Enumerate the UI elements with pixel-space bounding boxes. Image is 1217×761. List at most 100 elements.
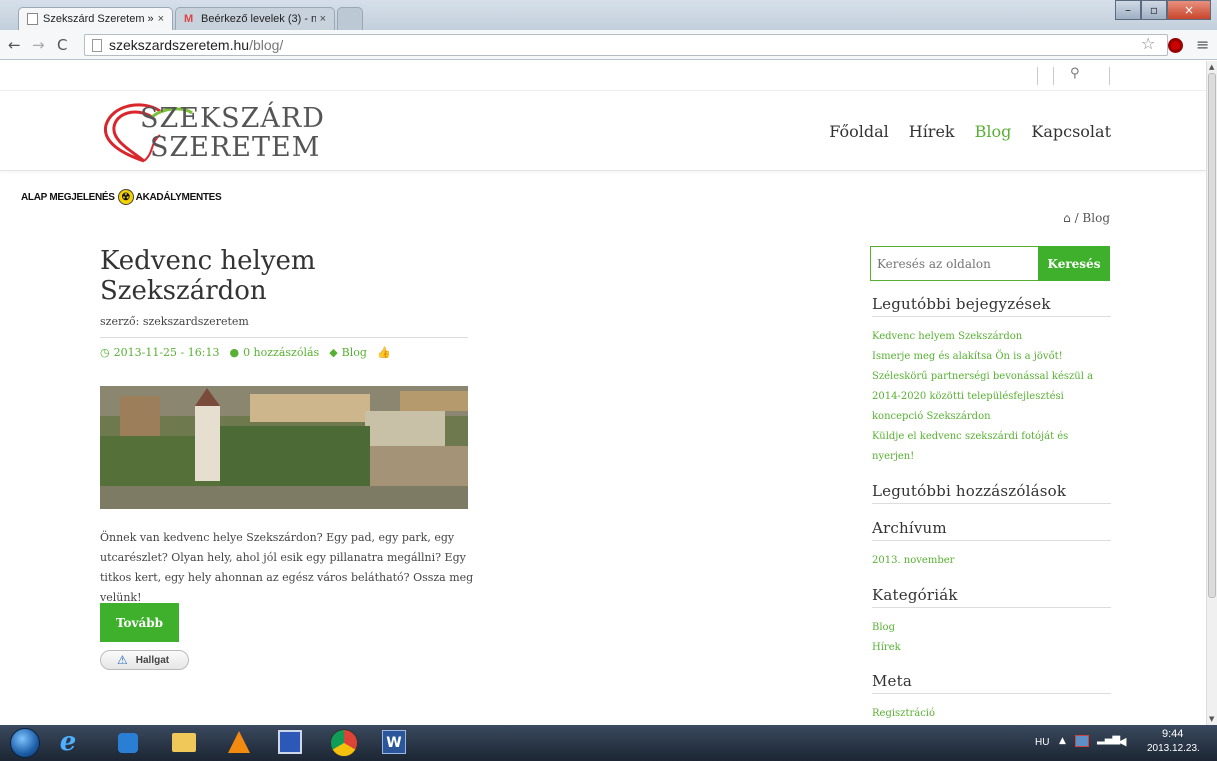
categories-list: Blog Hírek [872,618,1102,658]
logo-text-line2: SZERETEM [150,132,321,163]
start-button[interactable] [10,728,40,758]
media-player-icon[interactable] [118,733,138,753]
home-icon[interactable]: ⌂ [1063,211,1071,225]
divider [1037,67,1038,85]
post-author: szerző: szekszardszeretem [100,315,249,328]
url-host: szekszardszeretem.hu [109,37,250,53]
close-icon[interactable]: × [320,13,326,25]
categories-title: Kategóriák [872,586,1111,608]
browser-titlebar: Szekszárd Szeretem » Blog × M Beérkező l… [0,0,1217,30]
thumbs-up-icon[interactable]: 👍 [377,346,391,359]
maximize-button[interactable]: ▫ [1141,0,1167,20]
clock-date[interactable]: 2013.12.23. [1147,743,1200,754]
nav-item-home[interactable]: Főoldal [829,122,889,141]
language-indicator[interactable]: HU [1035,737,1049,748]
list-item[interactable]: Kedvenc helyem Szekszárdon [872,327,1102,347]
accessibility-switcher: ALAP MEGJELENÉS ☢ AKADÁLYMENTES [21,189,222,205]
speaker-icon: ⚠ [117,653,128,667]
sidebar-search: Keresés [870,246,1110,281]
gmail-icon: M [184,12,194,25]
page-scrollbar[interactable]: ▲ ▼ [1206,61,1217,725]
search-button[interactable]: Keresés [1038,246,1110,281]
close-icon[interactable]: × [158,13,164,25]
list-item[interactable]: Széleskörű partnerségi bevonással készül… [872,367,1102,427]
post-date-item: ◷ 2013-11-25 - 16:13 [100,346,219,359]
clock-time[interactable]: 9:44 [1162,728,1183,740]
menu-icon[interactable]: ≡ [1196,35,1209,54]
scroll-down-icon[interactable]: ▼ [1209,715,1214,723]
close-window-button[interactable]: × [1167,0,1211,20]
list-item[interactable]: Ismerje meg és alakítsa Ön is a jövőt! [872,347,1102,367]
meta-list: Regisztráció [872,704,1102,724]
scrollbar-thumb[interactable] [1208,73,1216,598]
post-category-item[interactable]: ◆ Blog [329,346,367,359]
minimize-button[interactable]: – [1115,0,1141,20]
back-icon[interactable]: ← [8,36,21,54]
clock-icon: ◷ [100,346,110,359]
nav-item-contact[interactable]: Kapcsolat [1031,122,1111,141]
folder-icon[interactable] [172,733,196,752]
post-meta: ◷ 2013-11-25 - 16:13 ● 0 hozzászólás ◆ Blog… [100,346,395,359]
scroll-up-icon[interactable]: ▲ [1209,63,1214,71]
search-input[interactable] [870,246,1038,281]
default-view-link[interactable]: ALAP MEGJELENÉS [21,192,115,203]
page-icon [92,39,102,52]
search-icon[interactable]: ⚲ [1070,66,1080,81]
page-viewport: ⚲ SZEKSZÁRD SZERETEM Főoldal Hírek Blog … [0,61,1206,725]
new-tab-button[interactable] [337,7,363,30]
tab-label: Szekszárd Szeretem » Blog [43,13,154,25]
recent-posts-list: Kedvenc helyem Szekszárdon Ismerje meg é… [872,327,1102,467]
post-category-link[interactable]: Blog [342,346,367,359]
listen-label: Hallgat [135,654,170,666]
post-thumbnail-image[interactable] [100,386,468,509]
tag-icon: ◆ [329,346,338,359]
post-title[interactable]: Kedvenc helyem Szekszárdon [100,246,400,306]
archive-title: Archívum [872,519,1111,541]
site-logo[interactable]: SZEKSZÁRD SZERETEM [102,101,324,163]
signal-icon[interactable]: ▂▄▆ [1097,734,1120,745]
recent-comments-title: Legutóbbi hozzászólások [872,482,1111,504]
network-icon[interactable] [1075,735,1089,747]
vlc-icon[interactable] [228,731,250,753]
post-comments-item[interactable]: ● 0 hozzászólás [229,346,319,359]
breadcrumb-current: / Blog [1074,211,1110,225]
accessible-view-link[interactable]: AKADÁLYMENTES [136,192,222,203]
tab-gmail-inbox[interactable]: M Beérkező levelek (3) - nor × [175,7,335,30]
nav-item-blog[interactable]: Blog [975,122,1012,141]
window-controls: – ▫ × [1115,0,1211,20]
ie-icon[interactable]: e [54,728,82,756]
forward-icon[interactable]: → [32,36,45,54]
recent-posts-title: Legutóbbi bejegyzések [872,295,1111,317]
bookmark-star-icon[interactable]: ☆ [1141,34,1155,53]
listen-button[interactable]: ⚠ Hallgat [100,650,189,670]
nav-item-news[interactable]: Hírek [909,122,955,141]
divider [1053,67,1054,85]
accessibility-icon: ☢ [117,189,134,205]
list-item[interactable]: Blog [872,618,1102,638]
reload-icon[interactable]: C [57,36,67,54]
volume-icon[interactable]: ◀ [1118,735,1126,748]
breadcrumb: ⌂ / Blog [1063,211,1110,225]
extension-icon[interactable] [1168,38,1183,53]
save-disk-icon[interactable] [278,730,302,754]
url-path: /blog/ [249,37,284,53]
meta-title: Meta [872,672,1111,694]
word-icon[interactable]: W [382,730,406,754]
page-icon [27,13,38,25]
tray-arrow-icon[interactable]: ▲ [1059,736,1066,746]
list-item[interactable]: Regisztráció [872,704,1102,724]
address-bar[interactable]: szekszardszeretem.hu/blog/ [84,34,1168,56]
post-excerpt: Önnek van kedvenc helye Szekszárdon? Egy… [100,531,474,604]
tab-szekszard-blog[interactable]: Szekszárd Szeretem » Blog × [18,7,173,30]
comment-icon: ● [229,346,240,359]
browser-toolbar: ← → C szekszardszeretem.hu/blog/ ☆ ≡ [0,30,1217,60]
chrome-icon[interactable] [330,729,358,757]
post-comments-link[interactable]: 0 hozzászólás [243,346,319,359]
list-item[interactable]: 2013. november [872,551,1102,571]
list-item[interactable]: Hírek [872,638,1102,658]
list-item[interactable]: Küldje el kedvenc szekszárdi fotóját és … [872,427,1102,467]
taskbar: e W HU ▲ ▂▄▆ ◀ 9:44 2013.12.23. [0,725,1217,761]
read-more-button[interactable]: Tovább [100,603,179,642]
divider [1109,67,1110,85]
tab-label: Beérkező levelek (3) - nor [201,13,316,25]
